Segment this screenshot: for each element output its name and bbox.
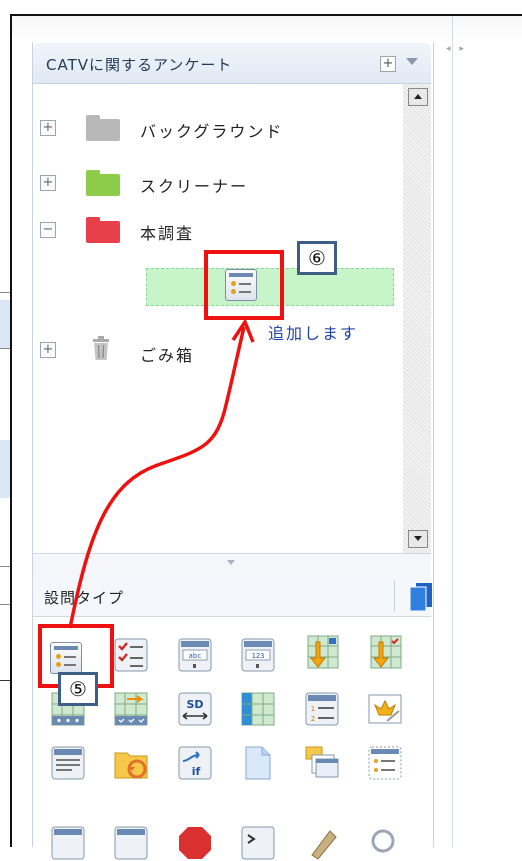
drag-arrow-icon [68, 318, 255, 629]
